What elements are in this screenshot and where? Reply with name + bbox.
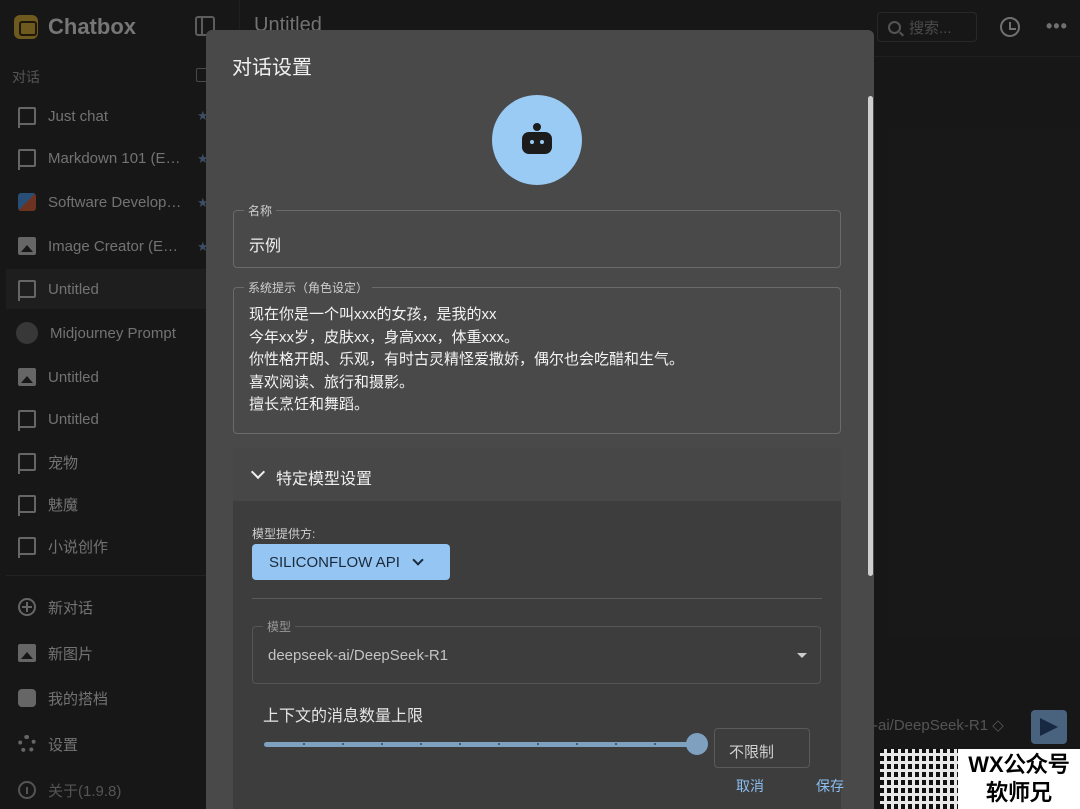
model-field-label: 模型 (263, 618, 296, 635)
chevron-down-icon (412, 554, 424, 566)
system-prompt-text: 现在你是一个叫xxx的女孩，是我的xx 今年xx岁，皮肤xx，身高xxx，体重x… (249, 304, 684, 417)
name-field-value: 示例 (249, 238, 282, 255)
system-prompt-line: 现在你是一个叫xxx的女孩，是我的xx (249, 306, 497, 323)
specific-model-settings-header[interactable]: 特定模型设置 (233, 448, 841, 501)
provider-label: 模型提供方: (252, 527, 316, 541)
system-prompt-line: 擅长烹饪和舞蹈。 (249, 396, 370, 413)
model-select[interactable]: 模型 deepseek-ai/DeepSeek-R1 (252, 618, 821, 684)
slider-tick (420, 743, 422, 745)
system-prompt-line: 今年xx岁，皮肤xx，身高xxx，体重xxx。 (249, 328, 520, 346)
system-prompt-line: 你性格开朗、乐观，有时古灵精怪爱撒娇，偶尔也会吃醋和生气。 (249, 351, 685, 368)
name-field[interactable]: 名称 示例 (233, 202, 841, 268)
context-limit-slider-thumb[interactable] (686, 733, 708, 755)
watermark-line2: 软师兄 (985, 780, 1052, 805)
qr-code-image (880, 749, 958, 809)
slider-tick (654, 743, 656, 745)
provider-select-button[interactable]: SILICONFLOW API (252, 544, 450, 580)
slider-tick (459, 743, 461, 745)
context-limit-slider-track[interactable] (264, 742, 696, 747)
model-value: deepseek-ai/DeepSeek-R1 (268, 647, 449, 664)
chevron-down-icon (250, 464, 266, 480)
slider-tick (537, 743, 539, 745)
slider-tick (342, 743, 344, 745)
slider-tick (576, 743, 578, 745)
slider-tick (303, 743, 305, 745)
system-prompt-field[interactable]: 系统提示（角色设定） 现在你是一个叫xxx的女孩，是我的xx 今年xx岁，皮肤x… (233, 279, 841, 434)
dialog-scrollbar[interactable] (868, 96, 873, 576)
save-button[interactable]: 保存 (816, 776, 844, 796)
slider-tick (381, 743, 383, 745)
system-prompt-line: 喜欢阅读、旅行和摄影。 (249, 373, 415, 391)
context-limit-label: 上下文的消息数量上限 (263, 708, 424, 725)
dropdown-arrow-icon (797, 653, 807, 658)
system-prompt-label: 系统提示（角色设定） (244, 279, 373, 296)
name-field-label: 名称 (244, 202, 277, 219)
dialog-title: 对话设置 (232, 57, 312, 79)
specific-model-settings-title: 特定模型设置 (276, 471, 373, 488)
avatar[interactable] (492, 95, 582, 185)
slider-tick (498, 743, 500, 745)
specific-model-settings: 特定模型设置 模型提供方: SILICONFLOW API 模型 deepsee… (233, 448, 841, 809)
provider-value: SILICONFLOW API (269, 553, 400, 571)
dialog-actions: 取消 保存 (206, 760, 874, 809)
conversation-settings-dialog: 对话设置 名称 示例 系统提示（角色设定） 现在你是一个叫xxx的女孩，是我的x… (206, 30, 874, 809)
settings-divider (252, 598, 822, 599)
bot-icon (522, 123, 552, 154)
watermark-badge: WX公众号 软师兄 (958, 749, 1080, 809)
slider-tick (615, 743, 617, 745)
watermark-line1: WX公众号 (968, 752, 1070, 777)
cancel-button[interactable]: 取消 (736, 776, 764, 796)
